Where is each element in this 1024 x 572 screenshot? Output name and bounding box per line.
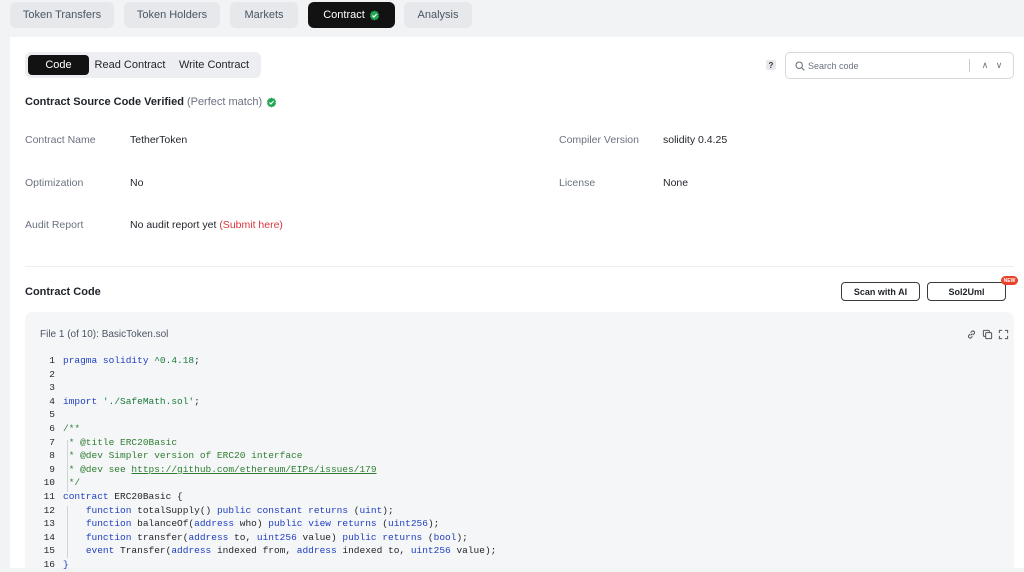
code-line: 15 event Transfer(address indexed from, …	[43, 545, 497, 557]
code-line: 3	[49, 382, 55, 394]
code-line: 8 * @dev Simpler version of ERC20 interf…	[49, 450, 303, 462]
sol2uml-button[interactable]: Sol2Uml	[927, 282, 1006, 301]
tab-token-holders[interactable]: Token Holders	[124, 2, 220, 28]
compiler-version-value: solidity 0.4.25	[663, 134, 728, 146]
optimization-value: No	[130, 177, 144, 189]
audit-report-label: Audit Report	[25, 219, 84, 231]
top-tab-bar: Token Transfers Token Holders Markets Co…	[0, 0, 1024, 37]
contract-name-value: TetherToken	[130, 134, 188, 146]
tab-token-transfers[interactable]: Token Transfers	[10, 2, 114, 28]
audit-report-value: No audit report yet (Submit here)	[130, 219, 283, 231]
help-icon[interactable]: ?	[766, 60, 776, 70]
contract-name-label: Contract Name	[25, 134, 96, 146]
tab-contract[interactable]: Contract	[308, 2, 395, 28]
code-viewer: File 1 (of 10): BasicToken.sol 1 pragma s…	[25, 312, 1014, 570]
code-subtabs: Code Read Contract Write Contract	[25, 52, 261, 78]
verified-check-icon	[267, 96, 277, 108]
search-next-button[interactable]: ∨	[993, 59, 1005, 72]
subtab-code[interactable]: Code	[28, 55, 89, 75]
code-line: 13 function balanceOf(address who) publi…	[43, 518, 440, 530]
tab-contract-label: Contract	[323, 9, 365, 21]
search-icon	[795, 61, 805, 71]
code-line: 4 import './SafeMath.sol';	[49, 395, 200, 407]
code-line: 10 */	[43, 477, 81, 489]
expand-icon[interactable]	[998, 329, 1009, 340]
link-icon[interactable]	[966, 329, 977, 340]
perfect-match-label: (Perfect match)	[186, 96, 263, 108]
code-line: 16}	[43, 559, 69, 570]
new-badge: NEW	[1001, 276, 1018, 285]
search-separator	[969, 59, 970, 72]
code-line: 2	[49, 368, 55, 380]
copy-icon[interactable]	[982, 329, 993, 340]
compiler-version-label: Compiler Version	[559, 134, 639, 146]
tab-analysis[interactable]: Analysis	[404, 2, 472, 28]
code-line: 12 function totalSupply() public constan…	[43, 504, 394, 516]
subtab-read-contract[interactable]: Read Contract	[91, 55, 169, 75]
submit-audit-link[interactable]: (Submit here)	[219, 219, 283, 231]
eip-link[interactable]: https://github.com/ethereum/EIPs/issues/…	[131, 464, 376, 475]
tab-markets[interactable]: Markets	[230, 2, 298, 28]
subtab-write-contract[interactable]: Write Contract	[171, 55, 257, 75]
optimization-label: Optimization	[25, 177, 84, 189]
code-line: 7 * @title ERC20Basic	[49, 436, 178, 448]
code-line: 6/**	[49, 423, 81, 434]
code-line: 5	[49, 409, 55, 421]
verified-title: Contract Source Code Verified	[25, 96, 184, 108]
section-divider	[25, 266, 1014, 267]
search-code-input[interactable]	[808, 57, 958, 75]
license-label: License	[559, 177, 596, 189]
audit-report-text: No audit report yet	[130, 219, 217, 231]
license-value: None	[663, 177, 689, 189]
verified-check-icon	[369, 9, 379, 21]
code-line: 1 pragma solidity ^0.4.18;	[49, 355, 200, 366]
code-search-box: ∧ ∨	[785, 52, 1014, 79]
search-prev-button[interactable]: ∧	[979, 59, 991, 72]
file-title: File 1 (of 10): BasicToken.sol	[40, 329, 169, 340]
code-line: 9 * @dev see https://github.com/ethereum…	[49, 463, 377, 475]
contract-panel: Code Read Contract Write Contract ? ∧ ∨ …	[10, 37, 1024, 570]
verified-heading: Contract Source Code Verified (Perfect m…	[25, 96, 277, 108]
scan-with-ai-button[interactable]: Scan with AI	[841, 282, 920, 301]
code-line: 14 function transfer(address to, uint256…	[43, 531, 468, 543]
code-line: 11 contract ERC20Basic {	[43, 491, 183, 502]
contract-code-title: Contract Code	[25, 286, 101, 298]
